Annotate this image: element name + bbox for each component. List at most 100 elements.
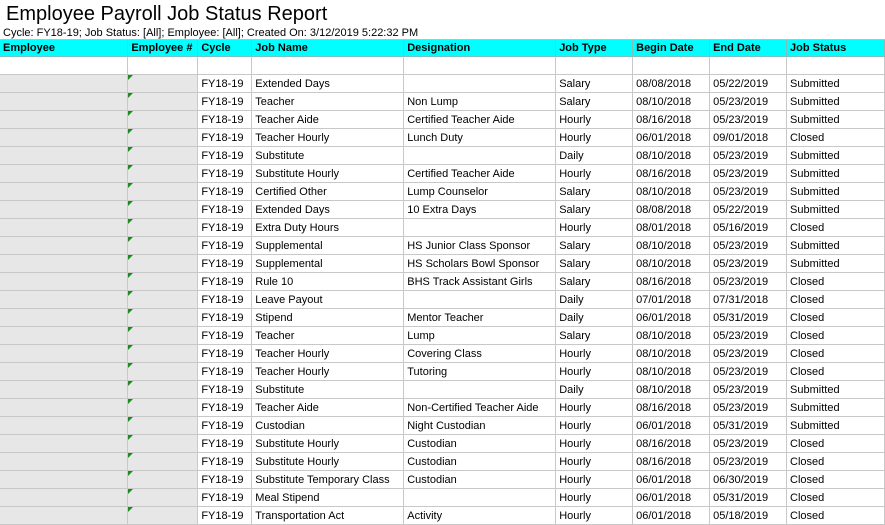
empty-cell xyxy=(251,56,405,75)
job-status-cell: Closed xyxy=(786,326,885,345)
designation-cell: Certified Teacher Aide xyxy=(403,110,557,129)
table-row[interactable]: FY18-19 Teacher Hourly Covering Class Hourl… xyxy=(0,344,885,363)
table-row[interactable]: FY18-19 Teacher Lump Salary 08/10/2018 05/23/… xyxy=(0,326,885,345)
begin-date-cell: 06/01/2018 xyxy=(632,128,711,147)
table-row[interactable]: FY18-19 Substitute Daily 08/10/2018 05/23/20… xyxy=(0,380,885,399)
column-header-designation[interactable]: Designation xyxy=(403,40,557,57)
table-row[interactable]: FY18-19 Transportation Act Activity Hourly 0… xyxy=(0,506,885,525)
column-header-job-type[interactable]: Job Type xyxy=(555,40,634,57)
job-type-cell: Hourly xyxy=(555,416,634,435)
job-name-cell: Substitute xyxy=(251,146,405,165)
table-row[interactable]: FY18-19 Substitute Hourly Custodian Hourly 0… xyxy=(0,434,885,453)
cycle-cell: FY18-19 xyxy=(197,236,253,255)
employee-number-redacted xyxy=(127,290,199,309)
table-row[interactable]: FY18-19 Teacher Aide Non-Certified Teacher… xyxy=(0,398,885,417)
begin-date-cell: 08/16/2018 xyxy=(632,434,711,453)
column-header-job-status[interactable]: Job Status xyxy=(786,40,885,57)
column-header-cycle[interactable]: Cycle xyxy=(197,40,253,57)
designation-cell: Activity xyxy=(403,506,557,525)
designation-cell: Mentor Teacher xyxy=(403,308,557,327)
table-row[interactable]: FY18-19 Substitute Daily 08/10/2018 05/23/20… xyxy=(0,146,885,165)
table-row[interactable]: FY18-19 Rule 10 BHS Track Assistant Girls S… xyxy=(0,272,885,291)
job-status-cell: Closed xyxy=(786,506,885,525)
job-status-cell: Submitted xyxy=(786,254,885,273)
job-name-cell: Teacher xyxy=(251,92,405,111)
table-row[interactable]: FY18-19 Extended Days 10 Extra Days Salary 0… xyxy=(0,200,885,219)
employee-number-redacted xyxy=(127,416,199,435)
employee-name-redacted xyxy=(0,506,129,525)
table-row[interactable]: FY18-19 Teacher Hourly Lunch Duty Hourly 06/… xyxy=(0,128,885,147)
job-name-cell: Teacher Hourly xyxy=(251,362,405,381)
job-type-cell: Salary xyxy=(555,326,634,345)
table-row[interactable]: FY18-19 Teacher Non Lump Salary 08/10/2018 05… xyxy=(0,92,885,111)
job-status-cell: Submitted xyxy=(786,164,885,183)
employee-number-redacted xyxy=(127,200,199,219)
end-date-cell: 06/30/2019 xyxy=(709,470,788,489)
job-name-cell: Supplemental xyxy=(251,254,405,273)
employee-number-redacted xyxy=(127,92,199,111)
job-name-cell: Teacher Hourly xyxy=(251,344,405,363)
table-row[interactable]: FY18-19 Custodian Night Custodian Hourly 06/… xyxy=(0,416,885,435)
employee-number-redacted xyxy=(127,128,199,147)
end-date-cell: 09/01/2018 xyxy=(709,128,788,147)
table-row[interactable]: FY18-19 Certified Other Lump Counselor Sala… xyxy=(0,182,885,201)
employee-name-redacted xyxy=(0,200,129,219)
cycle-cell: FY18-19 xyxy=(197,506,253,525)
cycle-cell: FY18-19 xyxy=(197,452,253,471)
table-row[interactable]: FY18-19 Extra Duty Hours Hourly 08/01/2018 0… xyxy=(0,218,885,237)
employee-name-redacted xyxy=(0,146,129,165)
employee-number-redacted xyxy=(127,254,199,273)
table-row[interactable]: FY18-19 Meal Stipend Hourly 06/01/2018 05/31… xyxy=(0,488,885,507)
column-header-employee[interactable]: Employee xyxy=(0,40,129,57)
job-status-cell: Submitted xyxy=(786,146,885,165)
table-row[interactable]: FY18-19 Stipend Mentor Teacher Daily 06/01/2… xyxy=(0,308,885,327)
designation-cell xyxy=(403,380,557,399)
job-name-cell: Leave Payout xyxy=(251,290,405,309)
employee-number-redacted xyxy=(127,488,199,507)
begin-date-cell: 08/10/2018 xyxy=(632,92,711,111)
end-date-cell: 05/23/2019 xyxy=(709,110,788,129)
employee-name-redacted xyxy=(0,128,129,147)
job-name-cell: Substitute xyxy=(251,380,405,399)
employee-number-redacted xyxy=(127,398,199,417)
table-row[interactable]: FY18-19 Leave Payout Daily 07/01/2018 07/31/… xyxy=(0,290,885,309)
column-header-job-name[interactable]: Job Name xyxy=(251,40,405,57)
table-row[interactable]: FY18-19 Substitute Hourly Custodian Hourly 0… xyxy=(0,452,885,471)
empty-cell xyxy=(0,56,129,75)
cycle-cell: FY18-19 xyxy=(197,128,253,147)
begin-date-cell: 06/01/2018 xyxy=(632,470,711,489)
job-type-cell: Daily xyxy=(555,146,634,165)
table-body: FY18-19 Extended Days Salary 08/08/2018 05/2… xyxy=(0,56,885,525)
end-date-cell: 05/31/2019 xyxy=(709,308,788,327)
designation-cell: Non Lump xyxy=(403,92,557,111)
begin-date-cell: 08/16/2018 xyxy=(632,110,711,129)
table-row[interactable]: FY18-19 Substitute Hourly Certified Teache… xyxy=(0,164,885,183)
column-header-employee-number[interactable]: Employee # xyxy=(127,40,199,57)
job-name-cell: Substitute Temporary Class xyxy=(251,470,405,489)
employee-name-redacted xyxy=(0,470,129,489)
column-header-begin-date[interactable]: Begin Date xyxy=(632,40,711,57)
job-type-cell: Hourly xyxy=(555,344,634,363)
table-row[interactable]: FY18-19 Supplemental HS Junior Class Spons… xyxy=(0,236,885,255)
job-name-cell: Teacher Aide xyxy=(251,110,405,129)
designation-cell: Custodian xyxy=(403,434,557,453)
cycle-cell: FY18-19 xyxy=(197,470,253,489)
begin-date-cell: 08/10/2018 xyxy=(632,254,711,273)
table-row[interactable]: FY18-19 Extended Days Salary 08/08/2018 05/2… xyxy=(0,74,885,93)
table-row[interactable]: FY18-19 Teacher Aide Certified Teacher Aid… xyxy=(0,110,885,129)
employee-name-redacted xyxy=(0,452,129,471)
empty-cell xyxy=(555,56,634,75)
table-row[interactable]: FY18-19 Teacher Hourly Tutoring Hourly 08/10… xyxy=(0,362,885,381)
end-date-cell: 05/23/2019 xyxy=(709,92,788,111)
table-row[interactable]: FY18-19 Substitute Temporary Class Custodi… xyxy=(0,470,885,489)
employee-number-redacted xyxy=(127,452,199,471)
designation-cell: Custodian xyxy=(403,470,557,489)
employee-name-redacted xyxy=(0,272,129,291)
end-date-cell: 05/23/2019 xyxy=(709,182,788,201)
column-header-end-date[interactable]: End Date xyxy=(709,40,788,57)
begin-date-cell: 08/16/2018 xyxy=(632,452,711,471)
job-type-cell: Hourly xyxy=(555,110,634,129)
job-type-cell: Salary xyxy=(555,92,634,111)
table-row[interactable]: FY18-19 Supplemental HS Scholars Bowl Spon… xyxy=(0,254,885,273)
job-status-cell: Closed xyxy=(786,488,885,507)
